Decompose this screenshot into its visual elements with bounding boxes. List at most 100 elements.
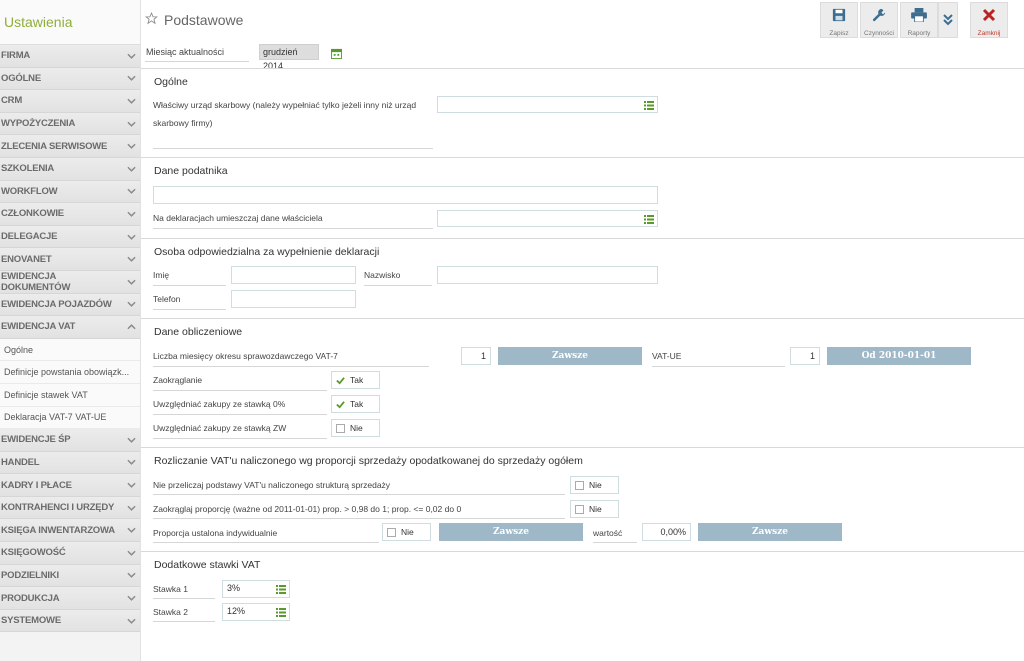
purchases-zw-label: Uwzględniać zakupy ze stawką ZW: [153, 423, 287, 433]
vatue-from-button[interactable]: Od 2010-01-01: [827, 347, 971, 365]
rounding-label: Zaokrąglanie: [153, 375, 203, 385]
rate2-input[interactable]: 12%: [222, 603, 290, 621]
sidebar-section-ogólne[interactable]: OGÓLNE: [0, 67, 140, 91]
toolbar: Zapisz Czynności Raporty Zamknij: [818, 2, 1008, 38]
vatue-input[interactable]: 1: [790, 347, 820, 365]
sidebar-section-kontrahenci-i-urzędy[interactable]: KONTRAHENCI I URZĘDY: [0, 496, 140, 520]
calendar-icon[interactable]: [331, 46, 342, 64]
sidebar-section-label: WYPOŻYCZENIA: [1, 118, 76, 130]
sidebar-section-label: KONTRAHENCI I URZĘDY: [1, 502, 115, 514]
divider: [141, 238, 1024, 239]
divider: [593, 542, 637, 543]
sidebar-section-label: SYSTEMOWE: [1, 615, 61, 627]
owner-data-select[interactable]: [437, 210, 658, 227]
sidebar-section-label: EWIDENCJA POJAZDÓW: [1, 298, 112, 310]
sidebar-section-firma[interactable]: FIRMA: [0, 45, 140, 68]
star-icon[interactable]: [144, 11, 159, 28]
months-input[interactable]: 1: [461, 347, 491, 365]
sidebar-section-księgowość[interactable]: KSIĘGOWOŚĆ: [0, 542, 140, 565]
sidebar-section-systemowe[interactable]: SYSTEMOWE: [0, 609, 140, 633]
purchases-0-checkbox[interactable]: Tak: [331, 395, 380, 413]
sidebar-section-ewidencje-śp[interactable]: EWIDENCJE ŚP: [0, 429, 140, 452]
sidebar-section-crm[interactable]: CRM: [0, 90, 140, 113]
list-icon[interactable]: [644, 100, 654, 115]
chevron-down-icon: [126, 525, 136, 535]
list-icon[interactable]: [644, 214, 654, 229]
sidebar-section-szkolenia[interactable]: SZKOLENIA: [0, 157, 140, 181]
sidebar-section-label: KSIĘGOWOŚĆ: [1, 547, 66, 559]
sidebar-subitem[interactable]: Deklaracja VAT-7 VAT-UE: [0, 406, 140, 430]
close-button[interactable]: Zamknij: [970, 2, 1008, 38]
sidebar-section-label: PODZIELNIKI: [1, 569, 59, 581]
list-icon[interactable]: [276, 607, 286, 622]
sidebar-section-label: CZŁONKOWIE: [1, 208, 64, 220]
divider: [153, 148, 433, 149]
value-always-button[interactable]: Zawsze: [698, 523, 842, 541]
reports-label: Raporty: [907, 30, 931, 37]
chevron-up-icon: [126, 322, 136, 332]
sidebar-section-enovanet[interactable]: ENOVANET: [0, 248, 140, 271]
sidebar-subitem[interactable]: Ogólne: [0, 338, 140, 362]
chevron-down-icon: [126, 164, 136, 174]
individual-proportion-label: Proporcja ustalona indywidualnie: [153, 528, 278, 538]
sidebar-section-członkowie[interactable]: CZŁONKOWIE: [0, 203, 140, 226]
sidebar-section-label: EWIDENCJA DOKUMENTÓW: [1, 270, 71, 293]
taxpayer-name-input[interactable]: [153, 186, 658, 204]
sidebar-section-delegacje[interactable]: DELEGACJE: [0, 225, 140, 249]
more-dropdown-button[interactable]: [938, 2, 958, 38]
sidebar-section-księga-inwentarzowa[interactable]: KSIĘGA INWENTARZOWA: [0, 519, 140, 543]
chevron-down-icon: [126, 548, 136, 558]
sidebar-subitem[interactable]: Definicje stawek VAT: [0, 383, 140, 407]
sidebar-section-kadry-i-płace[interactable]: KADRY I PŁACE: [0, 474, 140, 497]
floppy-icon: [832, 8, 846, 27]
last-name-input[interactable]: [437, 266, 658, 284]
value-input[interactable]: 0,00%: [642, 523, 691, 541]
sidebar-section-label: CRM: [1, 95, 23, 107]
extra-rates-section-title: Dodatkowe stawki VAT: [154, 559, 261, 571]
rate1-input[interactable]: 3%: [222, 580, 290, 598]
sidebar-section-ewidencja-pojazdów[interactable]: EWIDENCJA POJAZDÓW: [0, 293, 140, 317]
chevron-down-icon: [126, 480, 136, 490]
checkmark-icon: [336, 376, 345, 385]
individual-always-button[interactable]: Zawsze: [439, 523, 583, 541]
save-button[interactable]: Zapisz: [820, 2, 858, 38]
months-always-button[interactable]: Zawsze: [498, 347, 642, 365]
actions-button[interactable]: Czynności: [860, 2, 898, 38]
divider: [153, 309, 226, 310]
last-name-label: Nazwisko: [364, 270, 401, 280]
chevron-down-icon: [126, 141, 136, 151]
round-proportion-label: Zaokrąglaj proporcję (ważne od 2011-01-0…: [153, 504, 462, 514]
month-input[interactable]: grudzień 2014: [259, 44, 319, 71]
sidebar-section-ewidencja-dokumentów[interactable]: EWIDENCJA DOKUMENTÓW: [0, 271, 140, 294]
purchases-zw-checkbox[interactable]: Nie: [331, 419, 380, 437]
individual-proportion-checkbox[interactable]: Nie: [382, 523, 431, 541]
divider: [153, 414, 327, 415]
tax-office-label: Właściwy urząd skarbowy (należy wypełnia…: [153, 100, 417, 110]
sidebar-section-produkcja[interactable]: PRODUKCJA: [0, 587, 140, 610]
sidebar-section-podzielniki[interactable]: PODZIELNIKI: [0, 564, 140, 588]
sidebar-section-workflow[interactable]: WORKFLOW: [0, 180, 140, 204]
sidebar-section-wypożyczenia[interactable]: WYPOŻYCZENIA: [0, 112, 140, 136]
chevron-down-icon: [126, 96, 136, 106]
round-proportion-checkbox[interactable]: Nie: [570, 500, 619, 518]
phone-input[interactable]: [231, 290, 356, 308]
owner-data-label: Na deklaracjach umieszczaj dane właścici…: [153, 213, 323, 223]
recalc-checkbox[interactable]: Nie: [570, 476, 619, 494]
first-name-input[interactable]: [231, 266, 356, 284]
months-label: Liczba miesięcy okresu sprawozdawczego V…: [153, 351, 338, 361]
divider: [153, 494, 565, 495]
tax-office-input[interactable]: [437, 96, 658, 113]
sidebar-section-handel[interactable]: HANDEL: [0, 451, 140, 475]
sidebar-section-label: ZLECENIA SERWISOWE: [1, 140, 108, 152]
rounding-checkbox[interactable]: Tak: [331, 371, 380, 389]
sidebar-subitem[interactable]: Definicje powstania obowiązk...: [0, 361, 140, 384]
rate1-label: Stawka 1: [153, 584, 188, 594]
sidebar-section-ewidencja-vat[interactable]: EWIDENCJA VAT: [0, 316, 140, 339]
sidebar-menu: FIRMA OGÓLNE CRM WYPOŻYCZENIA ZLECENIA SERWI…: [0, 45, 140, 633]
sidebar-section-label: KADRY I PŁACE: [1, 479, 72, 491]
reports-button[interactable]: Raporty: [900, 2, 938, 38]
list-icon[interactable]: [276, 584, 286, 599]
month-row: Miesiąc aktualności grudzień 2014: [145, 44, 345, 71]
sidebar-section-zlecenia-serwisowe[interactable]: ZLECENIA SERWISOWE: [0, 135, 140, 158]
chevron-down-icon: [126, 119, 136, 129]
